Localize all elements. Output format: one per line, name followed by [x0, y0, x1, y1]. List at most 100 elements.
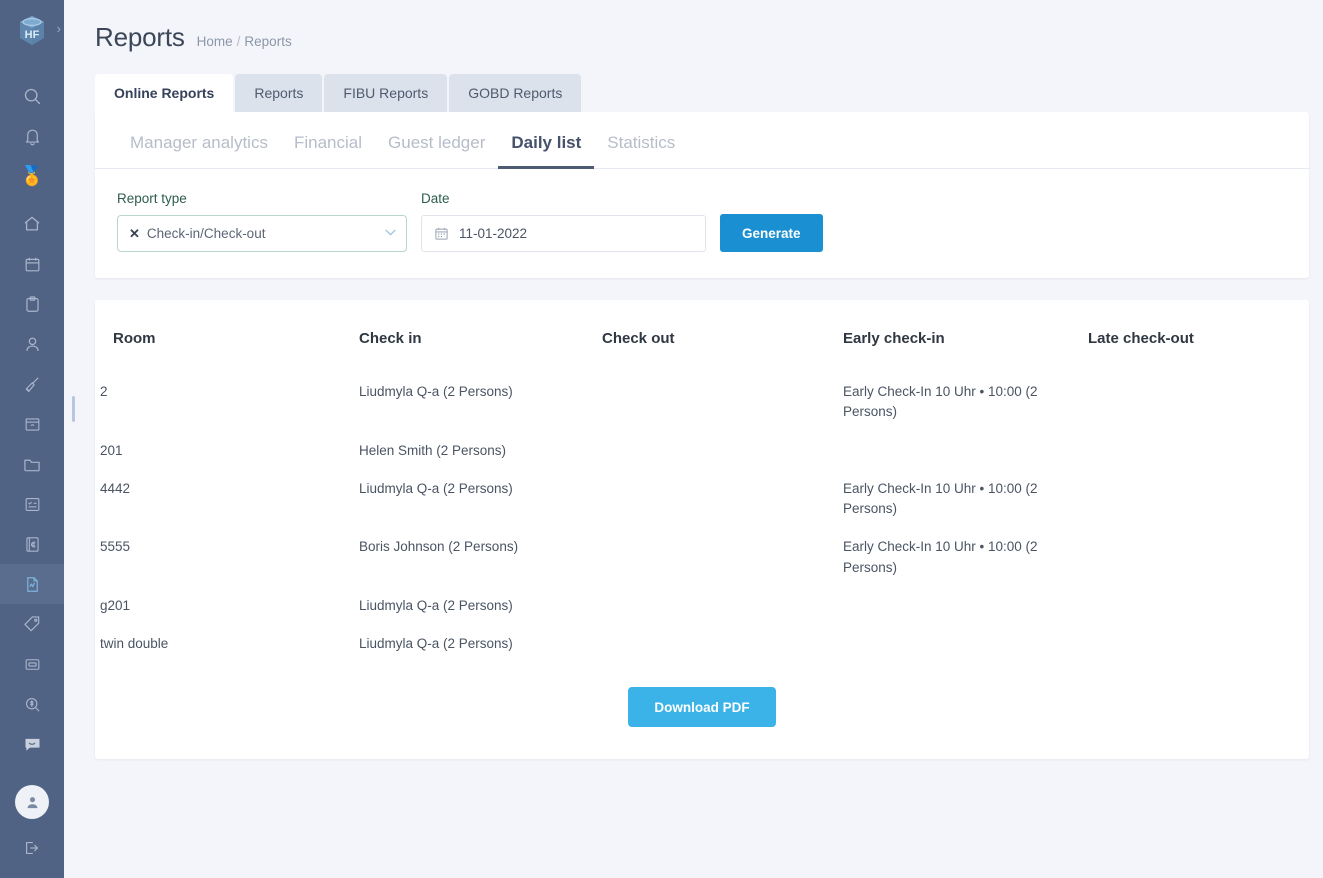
folder-icon [22, 454, 42, 474]
table-body: 2 Liudmyla Q-a (2 Persons) Early Check-I… [95, 373, 1309, 663]
chat-icon [22, 734, 43, 755]
user-icon [23, 335, 42, 354]
sidebar-item-logout[interactable] [0, 828, 64, 868]
cell-room: twin double [100, 636, 169, 651]
sidebar-item-invoices[interactable] [0, 524, 64, 564]
table-row: 2 Liudmyla Q-a (2 Persons) Early Check-I… [95, 373, 1309, 432]
cell-early-check-in [829, 432, 1074, 470]
breadcrumb: Home / Reports [197, 34, 292, 49]
filter-form: Report type ✕ Check-in/Check-out Date 11… [95, 169, 1309, 278]
sidebar-item-awards[interactable]: 🏅 [0, 156, 64, 196]
sidebar-item-revenue[interactable] [0, 684, 64, 724]
sidebar-item-offers[interactable] [0, 604, 64, 644]
filters-panel: Manager analytics Financial Guest ledger… [95, 112, 1309, 278]
tab-online-reports[interactable]: Online Reports [95, 74, 234, 112]
tab-fibu-reports[interactable]: FIBU Reports [324, 74, 448, 112]
sidebar-item-housekeeping[interactable] [0, 364, 64, 404]
sidebar-item-guests[interactable] [0, 324, 64, 364]
subtab-statistics[interactable]: Statistics [594, 133, 688, 169]
date-input[interactable]: 11-01-2022 [421, 215, 706, 252]
sidebar-item-checklist[interactable] [0, 484, 64, 524]
table-row: 201 Helen Smith (2 Persons) [95, 432, 1309, 470]
medal-icon: 🏅 [20, 165, 44, 187]
search-dollar-icon [23, 695, 42, 714]
sidebar-item-profile[interactable] [0, 782, 64, 822]
clipboard-icon [23, 295, 42, 314]
date-field: Date 11-01-2022 [421, 191, 706, 252]
euro-document-icon [23, 535, 42, 554]
sidebar-expand-chevron-icon[interactable]: › [57, 22, 61, 35]
cell-check-in: Liudmyla Q-a (2 Persons) [359, 384, 513, 399]
sidebar-item-search[interactable] [0, 76, 64, 116]
sidebar-item-files[interactable] [0, 444, 64, 484]
avatar-icon [15, 785, 49, 819]
subtab-bar: Manager analytics Financial Guest ledger… [95, 112, 1309, 169]
sidebar-item-notifications[interactable] [0, 116, 64, 156]
sidebar-item-reports[interactable] [0, 564, 64, 604]
tab-gobd-reports[interactable]: GOBD Reports [449, 74, 582, 112]
subtab-manager-analytics[interactable]: Manager analytics [117, 133, 281, 169]
table-row: 4442 Liudmyla Q-a (2 Persons) Early Chec… [95, 470, 1309, 529]
subtab-daily-list[interactable]: Daily list [498, 133, 595, 169]
date-value: 11-01-2022 [459, 226, 528, 241]
cell-early-check-in: Early Check-In 10 Uhr • 10:00 (2 Persons… [843, 539, 1038, 575]
page-header: Reports Home / Reports [64, 0, 1323, 53]
cell-late-check-out [1074, 587, 1309, 625]
cell-check-out [588, 373, 829, 432]
breadcrumb-current: Reports [244, 34, 292, 49]
report-results-panel: Room Check in Check out Early check-in L… [95, 300, 1309, 760]
cell-late-check-out [1074, 373, 1309, 432]
column-header-check-in: Check in [359, 330, 422, 347]
report-type-value: Check-in/Check-out [146, 226, 266, 241]
content-resize-handle[interactable] [72, 396, 75, 422]
cell-room: g201 [100, 597, 131, 613]
cell-check-in: Liudmyla Q-a (2 Persons) [359, 480, 513, 496]
cell-late-check-out [1074, 625, 1309, 663]
table-header: Room Check in Check out Early check-in L… [95, 330, 1309, 373]
main-content: Reports Home / Reports Online Reports Repo… [64, 0, 1323, 878]
cell-late-check-out [1074, 528, 1309, 587]
sidebar-item-inbox[interactable] [0, 644, 64, 684]
cell-early-check-in: Early Check-In 10 Uhr • 10:00 (2 Persons… [843, 480, 1038, 516]
sidebar-item-rooms[interactable] [0, 404, 64, 444]
subtab-financial[interactable]: Financial [281, 133, 375, 169]
sidebar-item-tasks[interactable] [0, 284, 64, 324]
cell-room: 5555 [100, 539, 131, 555]
cell-check-in: Liudmyla Q-a (2 Persons) [359, 597, 513, 613]
subtab-guest-ledger[interactable]: Guest ledger [375, 133, 498, 169]
tab-bar: Online Reports Reports FIBU Reports GOBD… [95, 74, 1323, 112]
cell-check-in: Boris Johnson (2 Persons) [359, 539, 519, 555]
report-type-field: Report type ✕ Check-in/Check-out [117, 191, 407, 252]
chevron-down-icon[interactable] [385, 228, 396, 239]
table-row: g201 Liudmyla Q-a (2 Persons) [95, 587, 1309, 625]
cell-check-out [588, 432, 829, 470]
column-header-check-out: Check out [602, 330, 675, 347]
tag-icon [22, 614, 42, 634]
clear-selection-icon[interactable]: ✕ [129, 227, 140, 240]
cell-late-check-out [1074, 470, 1309, 529]
table-header-row: Room Check in Check out Early check-in L… [95, 330, 1309, 373]
cell-check-out [588, 587, 829, 625]
logout-icon [22, 838, 42, 858]
breadcrumb-home[interactable]: Home [197, 34, 233, 49]
sidebar-logo[interactable]: HF › [0, 0, 64, 62]
download-area: Download PDF [95, 663, 1309, 735]
report-type-select[interactable]: ✕ Check-in/Check-out [117, 215, 407, 252]
search-icon [22, 86, 43, 107]
table-row: twin double Liudmyla Q-a (2 Persons) [95, 625, 1309, 663]
generate-button[interactable]: Generate [720, 214, 823, 252]
hotelfriend-cube-logo: HF [13, 12, 51, 50]
tab-reports[interactable]: Reports [235, 74, 323, 112]
report-type-label: Report type [117, 191, 187, 206]
cell-late-check-out [1074, 432, 1309, 470]
cell-early-check-in [829, 625, 1074, 663]
cell-check-in: Liudmyla Q-a (2 Persons) [359, 636, 513, 651]
column-header-late-check-out: Late check-out [1088, 330, 1194, 347]
sidebar-item-home[interactable] [0, 204, 64, 244]
sidebar-item-messages[interactable] [0, 724, 64, 764]
cell-check-in: Helen Smith (2 Persons) [359, 442, 507, 458]
cell-check-out [588, 625, 829, 663]
sidebar-item-calendar[interactable] [0, 244, 64, 284]
download-pdf-button[interactable]: Download PDF [628, 687, 776, 728]
daily-list-table: Room Check in Check out Early check-in L… [95, 330, 1309, 663]
